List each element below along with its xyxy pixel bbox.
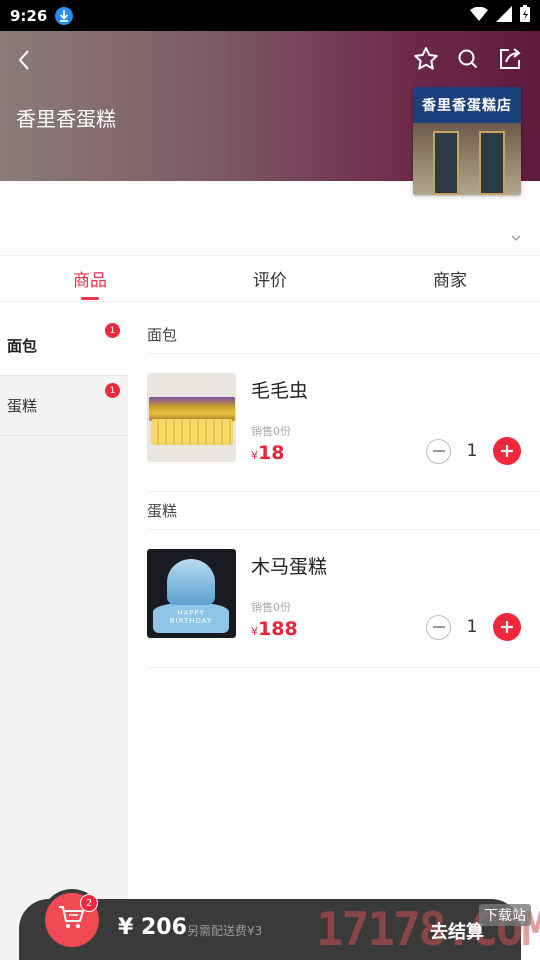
product-item[interactable]: HAPPY BIRTHDAY 木马蛋糕 销售0份 ¥188 1	[147, 530, 540, 668]
section-title: 蛋糕	[147, 492, 540, 530]
product-price: ¥188	[251, 618, 298, 640]
quantity-value: 1	[466, 441, 478, 461]
shop-tabs: 商品 评价 商家	[0, 256, 540, 302]
tab-merchant[interactable]: 商家	[360, 256, 540, 301]
cake-image-text: HAPPY BIRTHDAY	[169, 609, 213, 625]
battery-icon	[520, 5, 530, 26]
product-price: ¥18	[251, 442, 284, 464]
chevron-down-icon[interactable]	[510, 229, 522, 241]
section-title: 面包	[147, 316, 540, 354]
currency-symbol: ¥	[251, 625, 258, 638]
product-item[interactable]: 毛毛虫 销售0份 ¥18 1	[147, 354, 540, 492]
tab-products[interactable]: 商品	[0, 256, 180, 301]
bread-body	[151, 419, 233, 445]
delivery-fee-note: 另需配送费¥3	[187, 924, 263, 938]
product-sales: 销售0份	[251, 425, 291, 438]
product-sales: 销售0份	[251, 601, 291, 614]
shop-photo-door	[433, 131, 459, 195]
status-bar: 9:26	[0, 0, 540, 31]
cart-count-badge: 2	[80, 894, 98, 912]
search-icon[interactable]	[454, 45, 482, 73]
product-name: 木马蛋糕	[251, 556, 328, 578]
plus-icon[interactable]	[493, 613, 521, 641]
bread-package	[149, 397, 235, 421]
quantity-stepper: 1	[426, 613, 521, 641]
tab-reviews[interactable]: 评价	[180, 256, 360, 301]
category-badge: 1	[105, 383, 120, 398]
category-label: 蛋糕	[7, 397, 38, 415]
plus-icon[interactable]	[493, 437, 521, 465]
product-image[interactable]: HAPPY BIRTHDAY	[147, 549, 236, 638]
minus-icon[interactable]	[426, 438, 451, 464]
wifi-icon	[470, 6, 488, 25]
category-badge: 1	[105, 323, 120, 338]
cart-total: ¥ 206	[118, 915, 187, 940]
cake-carousel-top	[167, 559, 215, 605]
shop-name: 香里香蛋糕	[16, 107, 116, 131]
product-list: 面包 毛毛虫 销售0份 ¥18 1 蛋糕 HAPPY BIRTHDAY 木马蛋糕…	[147, 316, 540, 668]
category-label: 面包	[7, 337, 38, 355]
watermark-badge: 下载站	[479, 904, 531, 926]
signal-icon	[496, 5, 512, 26]
quantity-stepper: 1	[426, 437, 521, 465]
download-icon	[55, 6, 74, 25]
checkout-button[interactable]: 去结算	[430, 918, 484, 944]
status-time: 9:26	[10, 6, 48, 25]
favorite-star-icon[interactable]	[412, 45, 440, 73]
back-arrow-icon[interactable]	[12, 47, 38, 73]
category-item-bread[interactable]: 面包 1	[0, 316, 128, 376]
shop-photo[interactable]: 香里香蛋糕店	[413, 87, 521, 195]
quantity-value: 1	[466, 617, 478, 637]
shop-photo-sign: 香里香蛋糕店	[413, 87, 521, 123]
share-icon[interactable]	[496, 45, 524, 73]
price-value: 18	[258, 442, 285, 464]
category-sidebar: 面包 1 蛋糕 1	[0, 316, 128, 960]
category-item-cake[interactable]: 蛋糕 1	[0, 376, 128, 436]
product-name: 毛毛虫	[251, 380, 309, 402]
shop-page: 9:26 香里香蛋糕 香里香蛋糕店 商品 评价 商家 面包 1 蛋糕 1 面包 …	[0, 0, 540, 960]
currency-symbol: ¥	[251, 449, 258, 462]
minus-icon[interactable]	[426, 614, 451, 640]
price-value: 188	[258, 618, 298, 640]
shop-photo-door	[479, 131, 505, 195]
product-image[interactable]	[147, 373, 236, 462]
